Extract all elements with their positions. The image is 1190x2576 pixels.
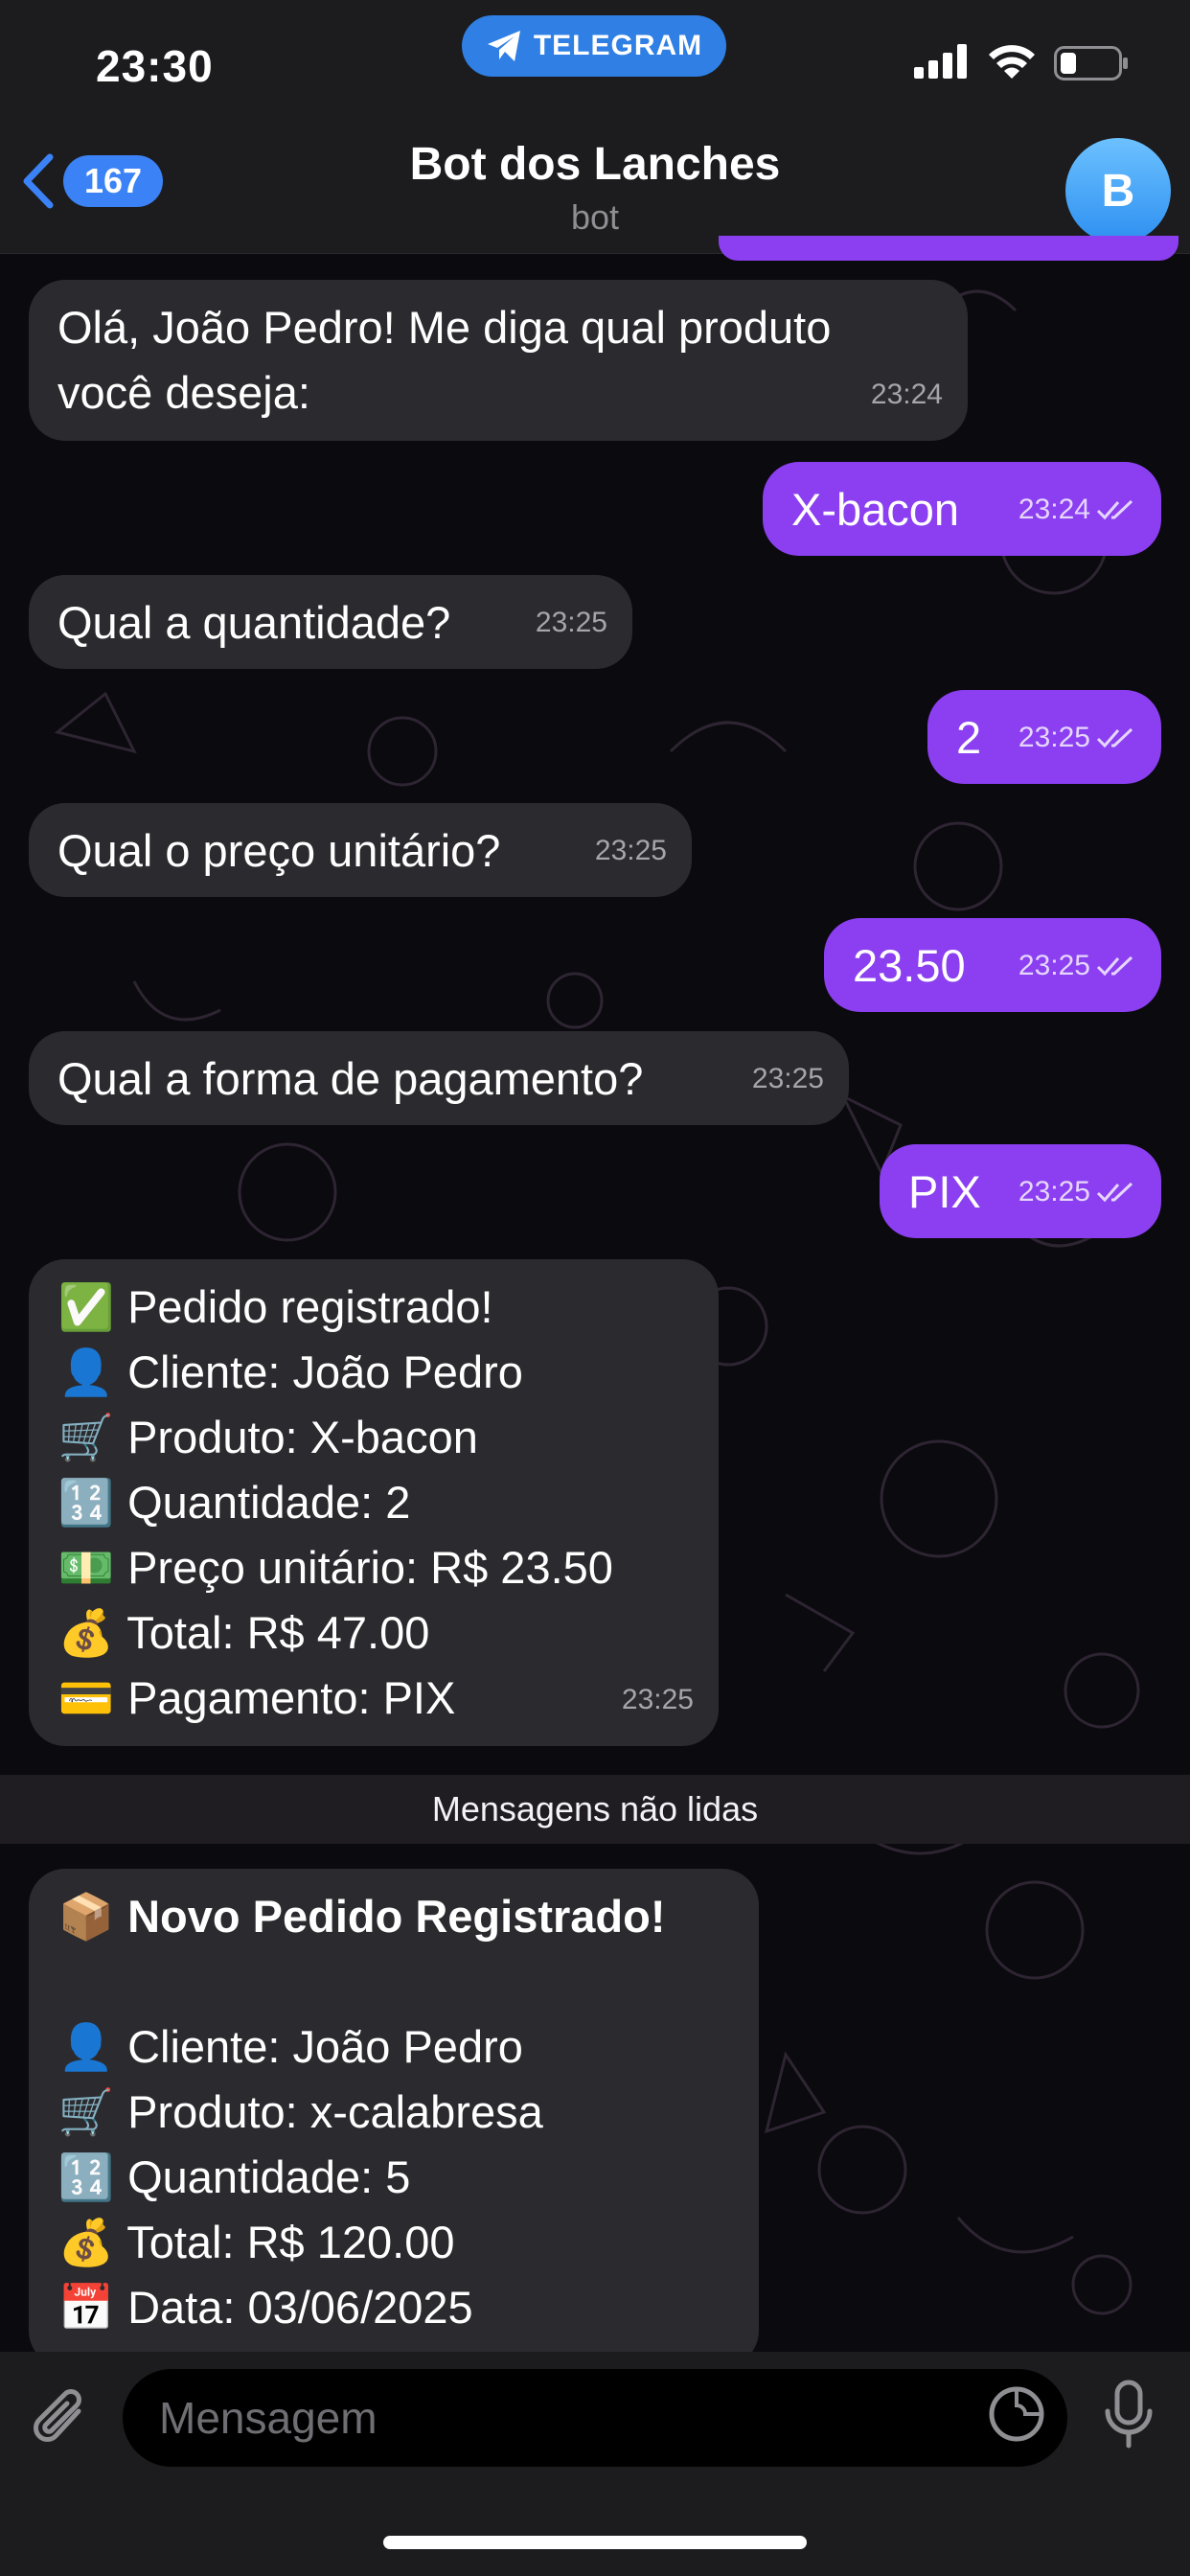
sticker-icon[interactable] (987, 2384, 1046, 2444)
message-meta: 23:25 (1018, 1160, 1136, 1225)
message-text: 23.50 (853, 940, 966, 991)
message-incoming[interactable]: Olá, João Pedro! Me diga qual produto vo… (29, 280, 968, 441)
telegram-plane-icon (487, 31, 520, 61)
user-icon: 👤 (57, 2021, 115, 2072)
order-line: 📅 Data: 03/06/2025 (57, 2275, 730, 2340)
message-order-summary[interactable]: ✅ Pedido registrado! 👤 Cliente: João Ped… (29, 1259, 719, 1746)
message-time: 23:25 (621, 1684, 694, 1715)
message-text-line: você deseja: (57, 367, 310, 418)
read-receipt-icon (1096, 727, 1133, 748)
message-incoming[interactable]: Qual a quantidade? 23:25 (29, 575, 632, 669)
check-icon: ✅ (57, 1281, 115, 1332)
message-text: 2 (956, 712, 982, 763)
money-bag-icon: 💰 (57, 1607, 115, 1658)
telegram-pill[interactable]: TELEGRAM (462, 15, 726, 77)
order-line-text: Pagamento: PIX (127, 1672, 456, 1723)
cart-icon: 🛒 (57, 2086, 115, 2137)
message-time: 23:25 (1018, 722, 1090, 753)
calendar-icon: 📅 (57, 2282, 115, 2333)
order-line-text: Total: R$ 120.00 (126, 2217, 455, 2267)
message-time: 23:25 (1018, 950, 1090, 981)
order-line-text: Pedido registrado! (127, 1281, 493, 1332)
order-line-text: Quantidade: 5 (127, 2151, 411, 2202)
chat-header: 167 Bot dos Lanches bot B (0, 105, 1190, 254)
message-meta: 23:25 (1018, 933, 1136, 999)
numbers-icon: 🔢 (57, 1477, 115, 1528)
message-text: Qual a forma de pagamento? (57, 1053, 644, 1104)
status-time: 23:30 (96, 41, 214, 91)
banknote-icon: 💵 (57, 1542, 115, 1593)
read-receipt-icon (1096, 499, 1133, 520)
money-bag-icon: 💰 (57, 2217, 115, 2267)
message-meta: 23:25 (1018, 705, 1136, 770)
order-line: 🔢 Quantidade: 2 (57, 1470, 690, 1535)
order-line-text: Data: 03/06/2025 (127, 2282, 473, 2333)
previous-message-edge (719, 236, 1179, 261)
user-icon: 👤 (57, 1346, 115, 1397)
message-text: Qual o preço unitário? (57, 825, 501, 876)
message-input[interactable]: Mensagem (123, 2369, 1067, 2467)
order-line-text: Quantidade: 2 (127, 1477, 411, 1528)
message-time: 23:24 (870, 379, 943, 410)
read-receipt-icon (1096, 955, 1133, 977)
order-line: 💰 Total: R$ 120.00 (57, 2210, 730, 2275)
message-new-order[interactable]: 📦 Novo Pedido Registrado! 👤 Cliente: Joã… (29, 1869, 759, 2367)
order-line: 🛒 Produto: X-bacon (57, 1405, 690, 1470)
credit-card-icon: 💳 (57, 1672, 115, 1723)
order-line: 🔢 Quantidade: 5 (57, 2145, 730, 2210)
read-receipt-icon (1096, 1182, 1133, 1203)
package-icon: 📦 (57, 1891, 115, 1942)
order-line: 👤 Cliente: João Pedro (57, 2014, 730, 2080)
order-line: 💰 Total: R$ 47.00 (57, 1600, 690, 1666)
message-meta: 23:24 (1018, 477, 1136, 542)
numbers-icon: 🔢 (57, 2151, 115, 2202)
order-line-text: Preço unitário: R$ 23.50 (127, 1542, 613, 1593)
signal-icon (914, 44, 967, 79)
message-outgoing[interactable]: X-bacon 23:24 (763, 462, 1161, 556)
paperclip-icon[interactable] (31, 2382, 92, 2451)
order-line: 👤 Cliente: João Pedro (57, 1340, 690, 1405)
message-text: Qual a quantidade? (57, 597, 451, 648)
microphone-icon[interactable] (1102, 2379, 1156, 2451)
message-incoming[interactable]: Qual a forma de pagamento? 23:25 (29, 1031, 849, 1125)
order-line-text: Total: R$ 47.00 (126, 1607, 430, 1658)
message-time: 23:25 (751, 1063, 824, 1094)
message-text-line: Olá, João Pedro! Me diga qual produto (57, 302, 832, 353)
message-outgoing[interactable]: 23.50 23:25 (824, 918, 1161, 1012)
order-line-text: Produto: X-bacon (127, 1412, 478, 1462)
message-text: X-bacon (791, 484, 960, 535)
home-indicator[interactable] (383, 2536, 807, 2549)
message-time: 23:25 (535, 607, 607, 638)
order-line-text: Produto: x-calabresa (127, 2086, 543, 2137)
cart-icon: 🛒 (57, 1412, 115, 1462)
message-outgoing[interactable]: PIX 23:25 (880, 1144, 1161, 1238)
message-text: PIX (908, 1166, 981, 1217)
new-order-title: 📦 Novo Pedido Registrado! (57, 1884, 730, 1949)
order-line: ✅ Pedido registrado! (57, 1275, 690, 1340)
chat-subtitle: bot (570, 197, 620, 237)
wifi-icon (989, 45, 1035, 79)
unread-divider: Mensagens não lidas (0, 1775, 1190, 1844)
telegram-pill-label: TELEGRAM (533, 30, 703, 61)
order-line: 💳 Pagamento: PIX (57, 1666, 690, 1731)
message-outgoing[interactable]: 2 23:25 (927, 690, 1161, 784)
message-time: 23:25 (1018, 1176, 1090, 1208)
order-line-text: Cliente: João Pedro (127, 2021, 523, 2072)
order-line: 💵 Preço unitário: R$ 23.50 (57, 1535, 690, 1600)
avatar[interactable]: B (1065, 138, 1171, 243)
battery-icon (1054, 46, 1128, 80)
order-line-text: Cliente: João Pedro (127, 1346, 523, 1397)
message-time: 23:25 (594, 835, 667, 866)
chat-title[interactable]: Bot dos Lanches (0, 138, 1190, 191)
new-order-title-text: Novo Pedido Registrado! (127, 1891, 666, 1942)
order-line: 🛒 Produto: x-calabresa (57, 2080, 730, 2145)
message-incoming[interactable]: Qual o preço unitário? 23:25 (29, 803, 692, 897)
message-time: 23:24 (1018, 494, 1090, 525)
status-bar: 23:30 TELEGRAM (0, 0, 1190, 105)
